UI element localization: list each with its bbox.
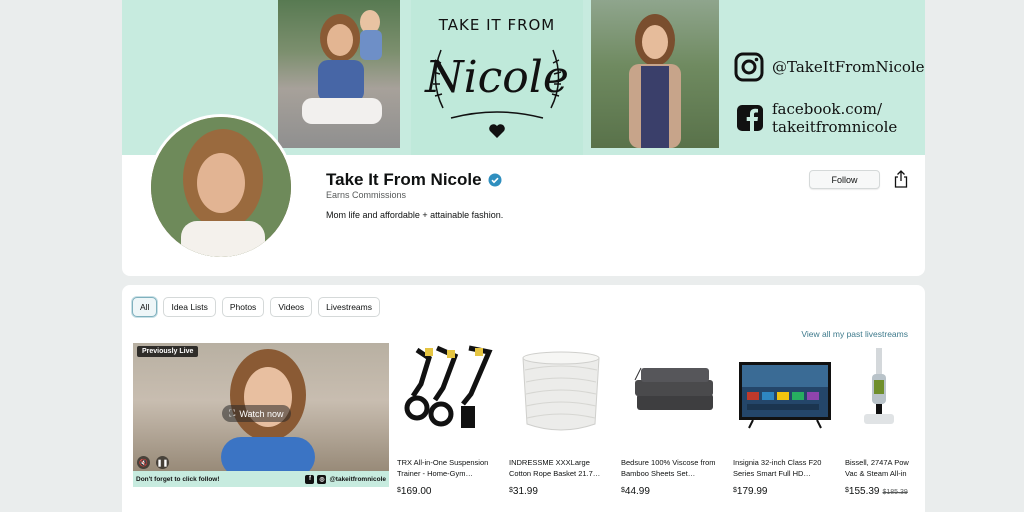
facebook-url-line2: takeitfromnicole [772,118,898,136]
product-title: TRX All-in-One Suspension Trainer - Home… [397,458,489,478]
filter-all[interactable]: All [132,297,158,317]
instagram-icon [734,52,764,82]
profile-card: TAKE IT FROM Nicole @TakeItFromNicole fa… [122,0,925,276]
banner-instagram: @TakeItFromNicole [734,52,925,82]
view-all-livestreams-link[interactable]: View all my past livestreams [801,329,908,339]
product-image-trx [397,343,501,441]
content-card: All Idea Lists Photos Videos Livestreams… [122,285,925,512]
profile-bio: Mom life and affordable + attainable fas… [326,210,504,220]
logo-script-text: Nicole [424,52,569,103]
product-image-rope-basket [509,343,613,441]
product-price: $155.39 $185.39 [845,486,908,497]
pause-icon[interactable]: ❚❚ [156,456,169,469]
product-image-steam-vac [845,343,915,441]
livestream-handle: @takeitfromnicole [329,475,386,483]
product-price: $44.99 [621,486,650,497]
profile-name: Take It From Nicole [326,170,482,189]
product-card[interactable]: Bissell, 2747A Pow Vac & Steam All-in $1… [845,343,915,497]
banner-photo-mother-child [278,0,400,148]
product-card[interactable]: INDRESSME XXXLarge Cotton Rope Basket 21… [509,343,613,497]
facebook-url-line1: facebook.com/ [772,100,883,118]
banner-facebook: facebook.com/ takeitfromnicole [736,100,897,136]
product-image-smart-tv [733,343,837,441]
instagram-handle: @TakeItFromNicole [772,58,925,76]
logo-top-text: TAKE IT FROM [438,16,556,34]
expand-icon: ⛶ [229,408,236,418]
livestream-tile[interactable]: Previously Live ⛶ Watch now 🔇 ❚❚ Don't f… [133,343,389,487]
product-card[interactable]: TRX All-in-One Suspension Trainer - Home… [397,343,501,497]
product-original-price: $185.39 [882,489,908,496]
product-title: Insignia 32-inch Class F20 Series Smart … [733,458,822,478]
banner-logo-tile: TAKE IT FROM Nicole [411,0,583,155]
previously-live-badge: Previously Live [137,346,199,357]
product-card[interactable]: Bedsure 100% Viscose from Bamboo Sheets … [621,343,725,497]
product-title: INDRESSME XXXLarge Cotton Rope Basket 21… [509,458,601,478]
watch-now-label: Watch now [239,408,284,419]
avatar [148,114,294,260]
product-price: $169.00 [397,486,432,497]
share-icon[interactable] [894,170,908,188]
filter-idea-lists[interactable]: Idea Lists [163,297,216,317]
livestream-footer-strip: Don't forget to click follow! f ◎ @takei… [133,471,389,487]
verified-badge-icon [488,173,502,187]
avatar-photo [151,117,291,257]
product-title: Bissell, 2747A Pow Vac & Steam All-in [845,458,909,478]
follow-reminder-text: Don't forget to click follow! [136,475,220,483]
instagram-small-icon: ◎ [317,474,327,484]
filter-videos[interactable]: Videos [270,297,313,317]
product-title: Bedsure 100% Viscose from Bamboo Sheets … [621,458,716,478]
watch-now-button[interactable]: ⛶ Watch now [222,405,291,422]
facebook-icon [737,105,763,131]
banner-photo-outdoor [591,0,719,148]
earns-commissions-label: Earns Commissions [326,190,407,200]
filter-livestreams[interactable]: Livestreams [318,297,380,317]
product-card[interactable]: Insignia 32-inch Class F20 Series Smart … [733,343,837,497]
profile-name-row: Take It From Nicole [326,170,502,190]
livestream-controls: 🔇 ❚❚ [137,456,169,469]
product-price: $179.99 [733,486,768,497]
product-price: $31.99 [509,486,538,497]
facebook-small-icon: f [305,474,315,484]
follow-button[interactable]: Follow [809,170,880,189]
mute-icon[interactable]: 🔇 [137,456,150,469]
content-filter-tabs: All Idea Lists Photos Videos Livestreams [132,297,380,317]
product-image-bamboo-sheets [621,343,725,441]
filter-photos[interactable]: Photos [221,297,265,317]
